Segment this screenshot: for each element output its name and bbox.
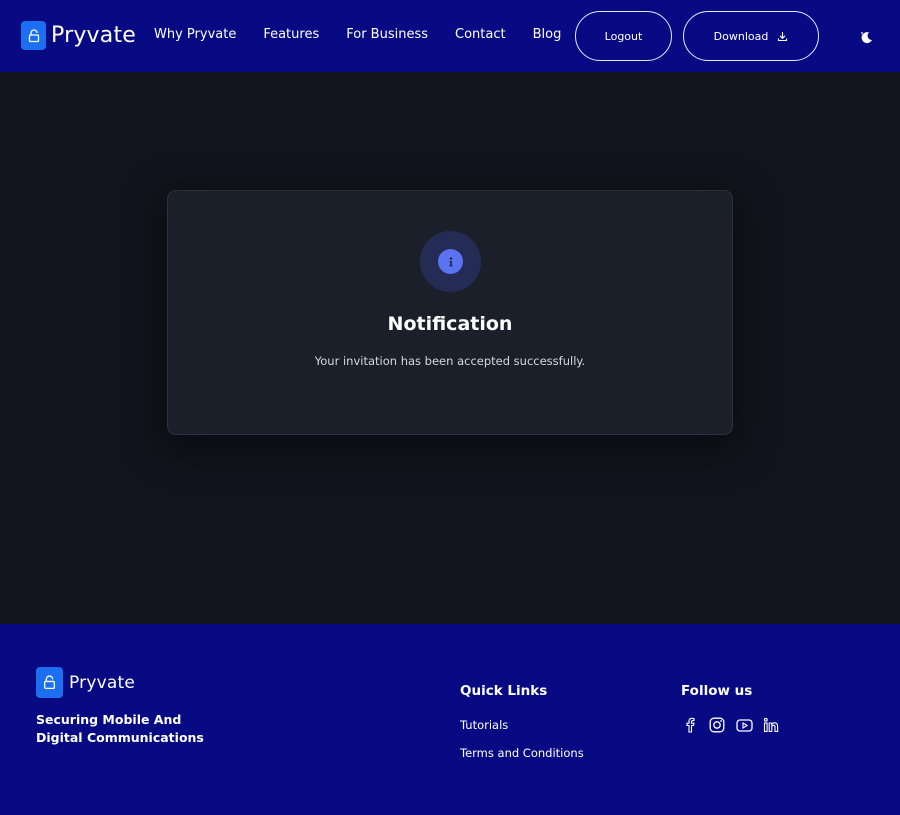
- footer-link-terms[interactable]: Terms and Conditions: [460, 746, 584, 760]
- tagline-line-2: Digital Communications: [36, 730, 204, 745]
- info-icon: [420, 231, 481, 292]
- notification-title: Notification: [387, 313, 513, 335]
- lock-icon: [36, 667, 63, 698]
- download-icon: [777, 31, 788, 42]
- main-content: Notification Your invitation has been ac…: [0, 72, 900, 624]
- footer-tagline: Securing Mobile And Digital Communicatio…: [36, 711, 236, 747]
- social-links: [681, 716, 789, 734]
- nav-blog[interactable]: Blog: [533, 27, 562, 42]
- footer-brand-logo[interactable]: Pryvate: [36, 667, 135, 698]
- main-nav: Why Pryvate Features For Business Contac…: [154, 27, 588, 42]
- nav-why-pryvate[interactable]: Why Pryvate: [154, 27, 236, 42]
- tagline-line-1: Securing Mobile And: [36, 712, 182, 727]
- brand-logo[interactable]: Pryvate: [21, 21, 136, 50]
- lock-icon: [21, 21, 46, 50]
- nav-contact[interactable]: Contact: [455, 27, 506, 42]
- linkedin-icon[interactable]: [762, 716, 780, 734]
- site-footer: Pryvate Securing Mobile And Digital Comm…: [0, 624, 900, 815]
- logout-button[interactable]: Logout: [575, 11, 672, 61]
- top-header: Pryvate Why Pryvate Features For Busines…: [0, 0, 900, 72]
- youtube-icon[interactable]: [735, 716, 753, 734]
- notification-message: Your invitation has been accepted succes…: [314, 354, 586, 368]
- download-label: Download: [713, 29, 769, 43]
- logout-label: Logout: [604, 29, 643, 43]
- follow-us-heading: Follow us: [681, 683, 753, 699]
- notification-card: Notification Your invitation has been ac…: [167, 190, 733, 435]
- nav-features[interactable]: Features: [263, 27, 319, 42]
- footer-brand-name: Pryvate: [69, 672, 136, 693]
- brand-name: Pryvate: [51, 23, 137, 48]
- moon-icon[interactable]: [858, 29, 874, 45]
- nav-for-business[interactable]: For Business: [346, 27, 428, 42]
- instagram-icon[interactable]: [708, 716, 726, 734]
- facebook-icon[interactable]: [681, 716, 699, 734]
- quick-links-heading: Quick Links: [460, 683, 548, 699]
- footer-link-tutorials[interactable]: Tutorials: [460, 718, 508, 732]
- download-button[interactable]: Download: [683, 11, 819, 61]
